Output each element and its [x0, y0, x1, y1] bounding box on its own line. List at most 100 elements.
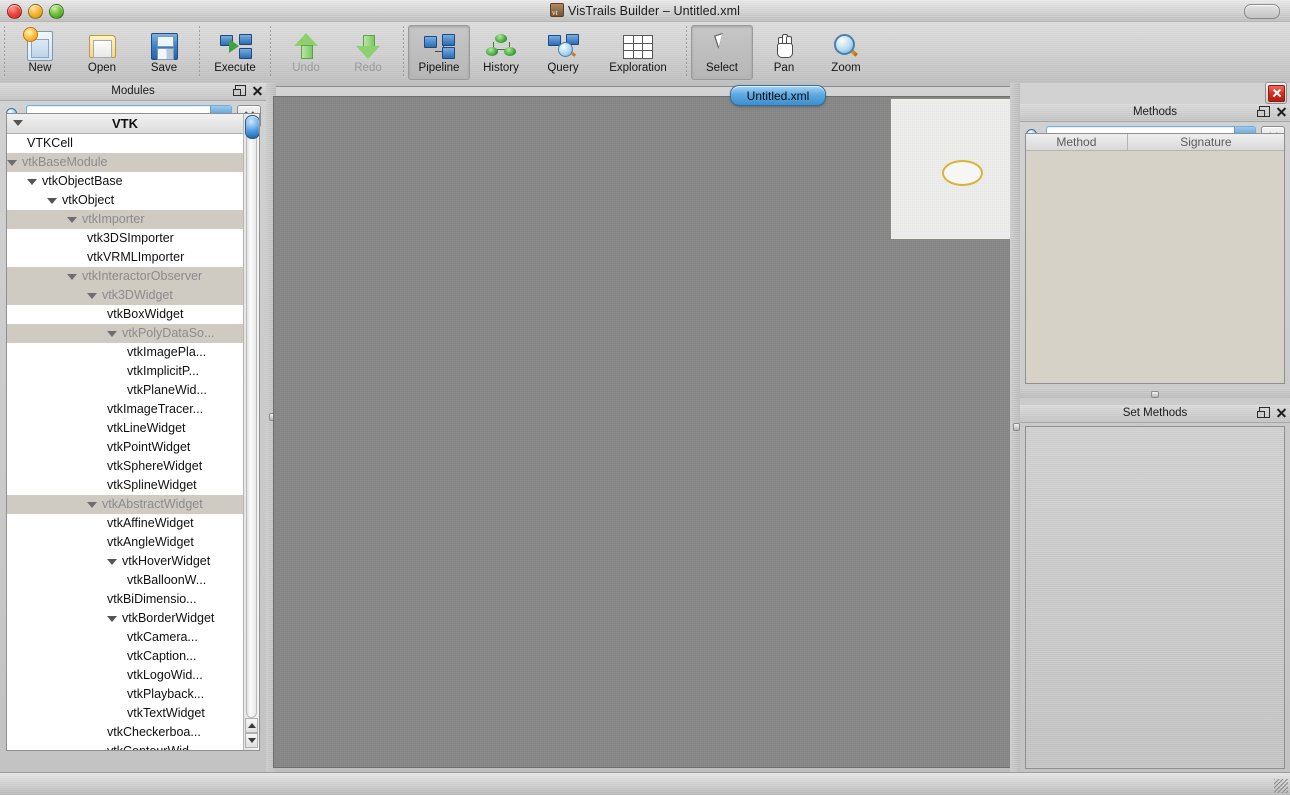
float-icon[interactable] [235, 85, 246, 96]
module-tree-row-label: vtkPointWidget [107, 438, 190, 457]
chevron-down-icon[interactable] [27, 179, 37, 185]
module-tree-row[interactable]: VTKCell [7, 134, 243, 153]
module-tree-row[interactable]: vtkCheckerboa... [7, 723, 243, 742]
scrollbar-track[interactable] [246, 116, 257, 718]
methods-column-signature[interactable]: Signature [1128, 134, 1284, 151]
chevron-down-icon[interactable] [13, 120, 23, 126]
splitter-grip[interactable] [1151, 391, 1159, 398]
undo-button[interactable]: Undo [275, 25, 337, 80]
module-tree-row[interactable]: vtkBaseModule [7, 153, 243, 172]
execute-button[interactable]: Execute [204, 25, 266, 80]
close-icon[interactable] [1276, 408, 1286, 418]
module-tree-row[interactable]: vtkHoverWidget [7, 552, 243, 571]
module-tree-row-label: vtkImporter [82, 210, 145, 229]
modules-tree-scrollbar[interactable] [243, 114, 259, 750]
methods-panel-title: Methods [1020, 104, 1290, 122]
scroll-up-button[interactable] [245, 718, 258, 733]
float-icon[interactable] [1259, 106, 1270, 117]
chevron-down-icon[interactable] [87, 293, 97, 299]
module-tree-row[interactable]: vtkBiDimensio... [7, 590, 243, 609]
save-button[interactable]: Save [133, 25, 195, 80]
module-tree-row[interactable]: vtkCamera... [7, 628, 243, 647]
select-button-label: Select [706, 62, 738, 74]
window-resize-grip[interactable] [1274, 779, 1288, 793]
dock-close-button[interactable] [1265, 82, 1287, 104]
module-tree-row[interactable]: vtkContourWid... [7, 742, 243, 750]
scrollbar-thumb[interactable] [245, 115, 260, 139]
document-tab[interactable]: Untitled.xml [730, 85, 826, 106]
module-tree-row[interactable]: vtkSphereWidget [7, 457, 243, 476]
module-tree-row-label: vtkPlaneWid... [127, 381, 207, 400]
set-methods-body[interactable] [1025, 426, 1285, 769]
module-tree-row[interactable]: vtkImagePla... [7, 343, 243, 362]
module-tree-row[interactable]: vtkBoxWidget [7, 305, 243, 324]
module-tree-row[interactable]: vtkPlaneWid... [7, 381, 243, 400]
module-tree-row[interactable]: vtkAffineWidget [7, 514, 243, 533]
methods-column-method[interactable]: Method [1026, 134, 1128, 151]
methods-table[interactable]: Method Signature [1025, 133, 1285, 384]
history-button[interactable]: History [470, 25, 532, 80]
modules-tree[interactable]: VTK VTKCellvtkBaseModulevtkObjectBasevtk… [7, 114, 243, 750]
module-tree-row[interactable]: vtkImageTracer... [7, 400, 243, 419]
module-tree-row[interactable]: vtkAngleWidget [7, 533, 243, 552]
open-button[interactable]: Open [71, 25, 133, 80]
module-tree-row[interactable]: vtkObject [7, 191, 243, 210]
module-tree-row[interactable]: vtkInteractorObserver [7, 267, 243, 286]
module-tree-row[interactable]: vtkPlayback... [7, 685, 243, 704]
chevron-down-icon[interactable] [67, 274, 77, 280]
chevron-down-icon[interactable] [7, 160, 17, 166]
modules-panel-titlebar-buttons [235, 85, 262, 96]
toolbar-group-views: Pipeline History Query Exploration [408, 25, 682, 81]
module-tree-row[interactable]: vtkSplineWidget [7, 476, 243, 495]
module-tree-row-label: vtk3DWidget [102, 286, 173, 305]
status-bar [0, 772, 1290, 795]
redo-button[interactable]: Redo [337, 25, 399, 80]
module-tree-row[interactable]: vtk3DSImporter [7, 229, 243, 248]
pan-button[interactable]: Pan [753, 25, 815, 80]
close-icon[interactable] [1276, 107, 1286, 117]
module-tree-row[interactable]: vtkImplicitP... [7, 362, 243, 381]
right-horizontal-splitter[interactable] [1020, 388, 1290, 398]
right-splitter[interactable] [1010, 83, 1020, 773]
splitter-grip[interactable] [1013, 423, 1020, 431]
chevron-down-icon[interactable] [67, 217, 77, 223]
vtk-render-cell[interactable] [891, 99, 1018, 239]
exploration-button[interactable]: Exploration [594, 25, 682, 80]
chevron-down-icon[interactable] [107, 616, 117, 622]
select-button[interactable]: Select [691, 25, 753, 80]
save-button-label: Save [151, 62, 177, 74]
pipeline-canvas[interactable] [273, 96, 1020, 768]
module-tree-row[interactable]: vtkTextWidget [7, 704, 243, 723]
pipeline-icon [424, 30, 454, 60]
pipeline-button[interactable]: Pipeline [408, 25, 470, 80]
zoom-tool-button[interactable]: Zoom [815, 25, 877, 80]
methods-table-header: Method Signature [1026, 134, 1284, 151]
module-tree-row-label: vtkBiDimensio... [107, 590, 197, 609]
module-tree-row[interactable]: vtkObjectBase [7, 172, 243, 191]
module-tree-row[interactable]: vtkBalloonW... [7, 571, 243, 590]
module-tree-row[interactable]: vtkPolyDataSo... [7, 324, 243, 343]
new-button[interactable]: New [9, 25, 71, 80]
chevron-down-icon[interactable] [107, 559, 117, 565]
module-tree-row[interactable]: vtkBorderWidget [7, 609, 243, 628]
module-tree-row[interactable]: vtkCaption... [7, 647, 243, 666]
execute-play-icon [220, 30, 250, 60]
close-icon[interactable] [252, 86, 262, 96]
toolbar-toggle-button[interactable] [1244, 4, 1280, 19]
chevron-down-icon[interactable] [87, 502, 97, 508]
module-tree-row[interactable]: vtkLogoWid... [7, 666, 243, 685]
float-icon[interactable] [1259, 407, 1270, 418]
chevron-down-icon[interactable] [47, 198, 57, 204]
module-tree-row[interactable]: vtkAbstractWidget [7, 495, 243, 514]
module-tree-row[interactable]: vtkLineWidget [7, 419, 243, 438]
module-tree-row[interactable]: vtkVRMLImporter [7, 248, 243, 267]
scroll-down-button[interactable] [245, 733, 258, 748]
modules-tree-header[interactable]: VTK [7, 114, 243, 134]
module-tree-row[interactable]: vtkPointWidget [7, 438, 243, 457]
module-tree-row-label: vtkImageTracer... [107, 400, 203, 419]
module-tree-row[interactable]: vtk3DWidget [7, 286, 243, 305]
chevron-down-icon[interactable] [107, 331, 117, 337]
query-button[interactable]: Query [532, 25, 594, 80]
module-tree-row[interactable]: vtkImporter [7, 210, 243, 229]
history-button-label: History [483, 62, 519, 74]
